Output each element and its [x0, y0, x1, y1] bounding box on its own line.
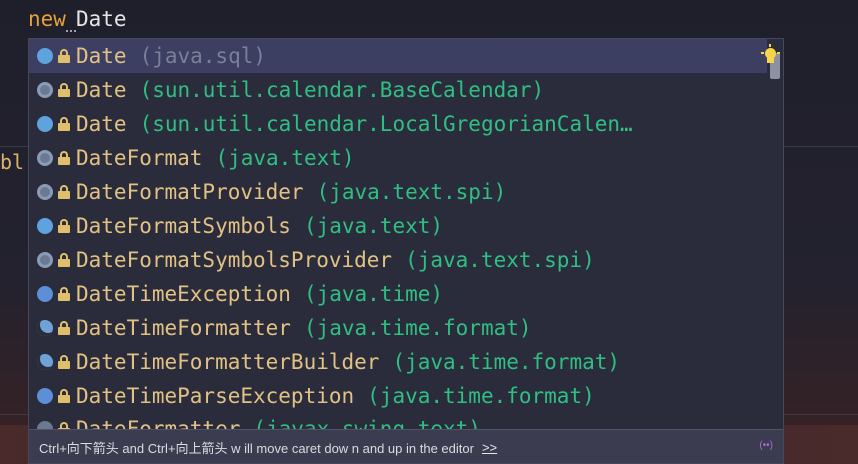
completion-item-package: (java.time.format): [392, 350, 621, 374]
completion-item[interactable]: DateFormatProvider (java.text.spi): [29, 175, 767, 209]
lock-icon: [58, 117, 70, 131]
completion-item[interactable]: DateTimeException (java.time): [29, 277, 767, 311]
lock-icon: [58, 287, 70, 301]
completion-item[interactable]: DateFormatSymbols (java.text): [29, 209, 767, 243]
completion-item[interactable]: Date (sun.util.calendar.BaseCalendar): [29, 73, 767, 107]
lock-icon: [58, 49, 70, 63]
completion-item-package: (sun.util.calendar.LocalGregorianCalen…: [139, 112, 633, 136]
completion-item-name: DateTimeFormatter: [76, 316, 291, 340]
completion-item-package: (java.text): [303, 214, 444, 238]
completion-popup[interactable]: Date (java.sql) Date (sun.util.calendar.Bas…: [28, 38, 784, 464]
completion-item-name: DateFormatSymbolsProvider: [76, 248, 393, 272]
lock-icon: [58, 185, 70, 199]
lock-icon: [58, 355, 70, 369]
completion-item-name: DateTimeException: [76, 282, 291, 306]
class-icon: [37, 116, 53, 132]
class-icon: [37, 218, 53, 234]
completion-item-name: Date: [76, 112, 127, 136]
completion-item-name: DateTimeParseException: [76, 384, 355, 408]
popup-footer: Ctrl+向下箭头 and Ctrl+向上箭头 w ill move caret…: [29, 429, 783, 463]
lock-icon: [58, 151, 70, 165]
broadcast-icon[interactable]: (••): [759, 440, 773, 451]
abstract-class-icon: [37, 252, 53, 268]
lock-icon: [58, 321, 70, 335]
completion-item[interactable]: DateTimeFormatter (java.time.format): [29, 311, 767, 345]
completion-item-package: (java.sql): [139, 44, 267, 68]
completion-item-name: DateTimeFormatterBuilder: [76, 350, 380, 374]
completion-item-package: (sun.util.calendar.BaseCalendar): [139, 78, 545, 102]
completion-item-name: DateFormatSymbols: [76, 214, 291, 238]
completion-item-name: Date: [76, 44, 127, 68]
footer-hint-text: Ctrl+向下箭头 and Ctrl+向上箭头 w ill move caret…: [39, 440, 474, 456]
footer-more-link[interactable]: >>: [482, 440, 497, 455]
class-icon: [37, 320, 53, 336]
completion-item[interactable]: DateTimeFormatterBuilder (java.time.forma…: [29, 345, 767, 379]
lightbulb-icon[interactable]: [761, 44, 780, 67]
class-icon: [37, 48, 53, 64]
exception-class-icon: [37, 388, 53, 404]
code-fragment: bl: [0, 150, 25, 174]
lock-icon: [58, 219, 70, 233]
editor-code-line[interactable]: new Date: [28, 6, 127, 32]
keyword-new: new: [28, 7, 66, 31]
completion-item[interactable]: DateTimeParseException (java.time.format): [29, 379, 767, 413]
completion-item-package: (java.time.format): [303, 316, 532, 340]
completion-item-package: (java.text): [215, 146, 355, 170]
popup-scrollbar[interactable]: [767, 39, 783, 429]
lock-icon: [58, 389, 70, 403]
completion-item-name: DateFormat: [76, 146, 203, 170]
completion-item[interactable]: Date (sun.util.calendar.LocalGregorianCal…: [29, 107, 767, 141]
completion-item-package: (java.text.spi): [405, 248, 595, 272]
typed-identifier: Date: [75, 7, 127, 31]
abstract-class-icon: [37, 150, 53, 166]
completion-item-name: Date: [76, 78, 127, 102]
lock-icon: [58, 83, 70, 97]
whitespace-marker: [65, 12, 76, 32]
completion-item-package: (java.text.spi): [316, 180, 507, 204]
lock-icon: [58, 253, 70, 267]
exception-class-icon: [37, 286, 53, 302]
abstract-class-icon: [37, 82, 53, 98]
completion-item-package: (java.time): [303, 282, 444, 306]
abstract-class-icon: [37, 184, 53, 200]
completion-item-name: DateFormatProvider: [76, 180, 304, 204]
class-icon: [37, 354, 53, 370]
completion-item[interactable]: Date (java.sql): [29, 39, 767, 73]
completion-item[interactable]: DateFormat (java.text): [29, 141, 767, 175]
completion-item[interactable]: DateFormatSymbolsProvider (java.text.spi): [29, 243, 767, 277]
completion-item-package: (java.time.format): [367, 384, 595, 408]
